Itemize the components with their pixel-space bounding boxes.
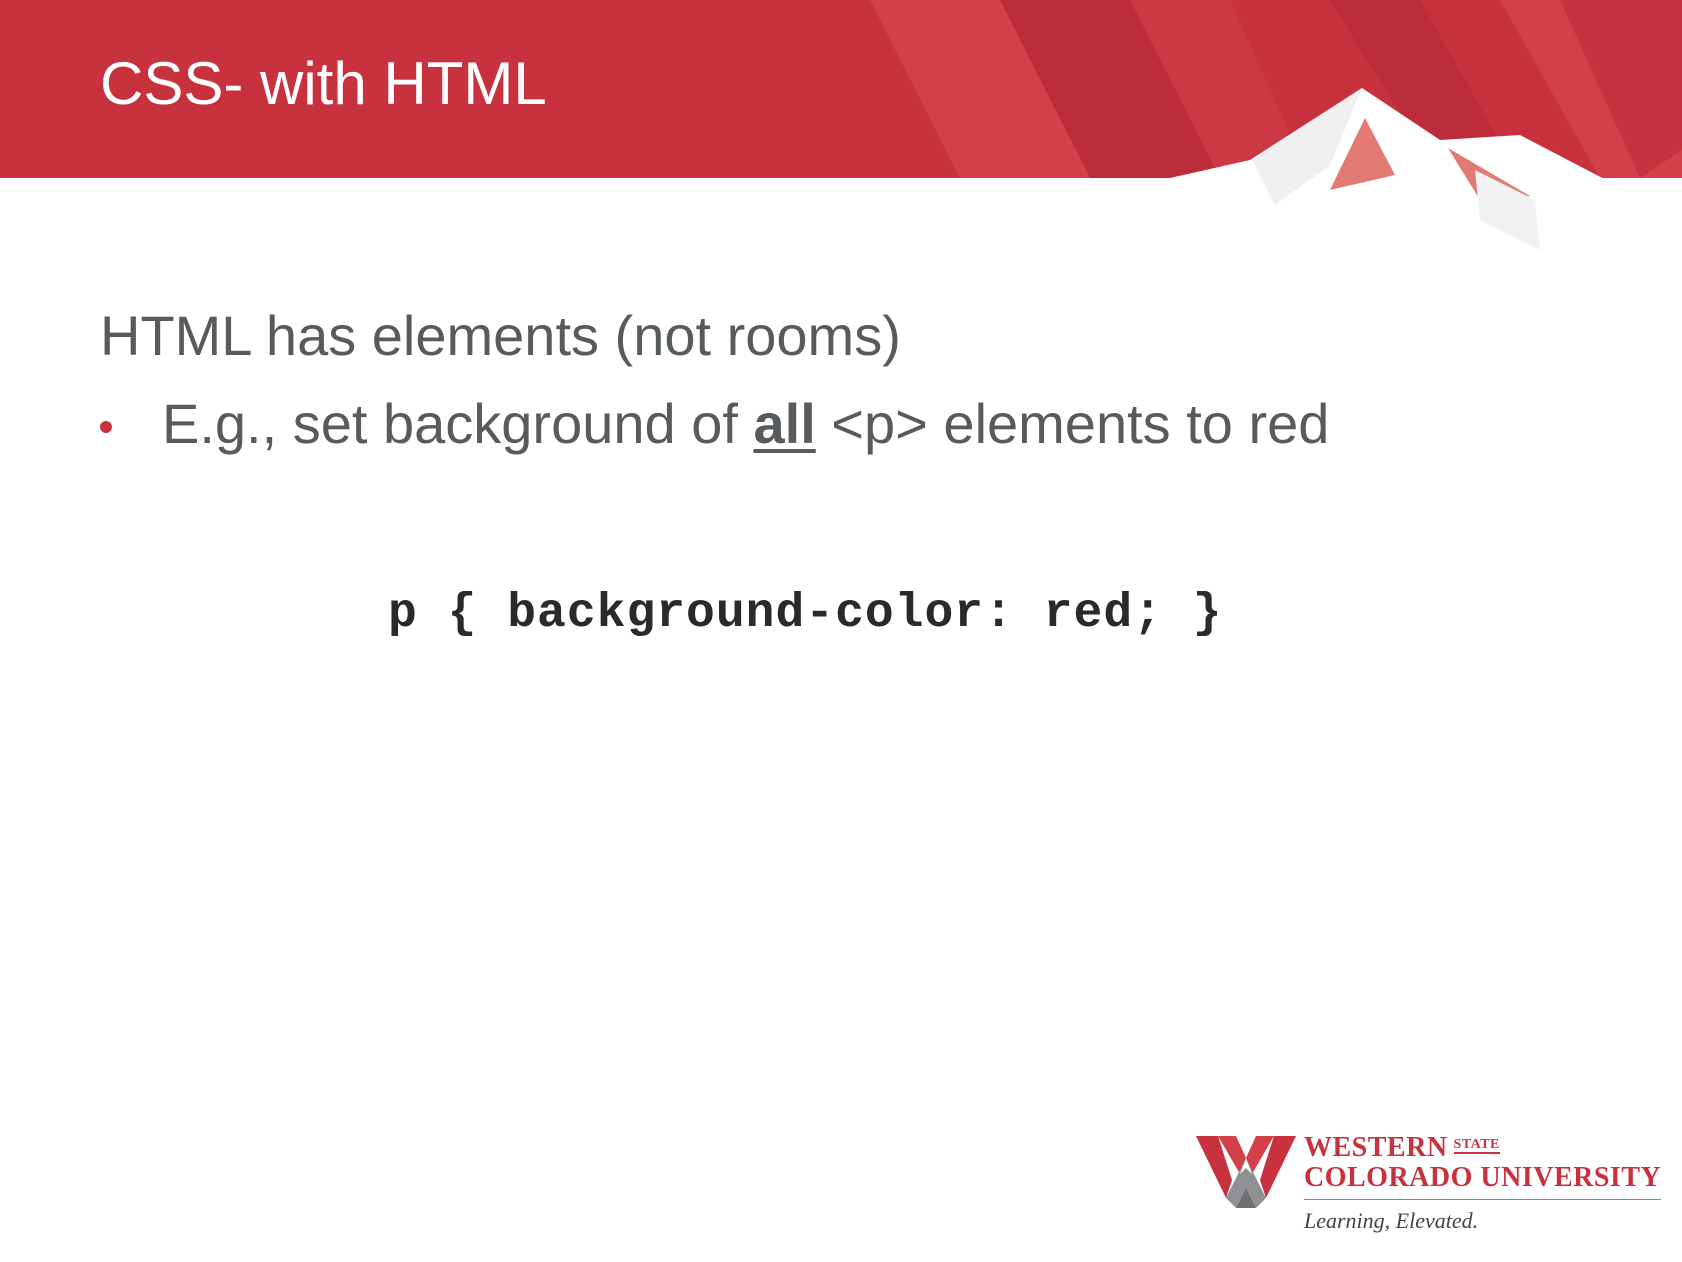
bullet-prefix: E.g., set background of bbox=[162, 392, 754, 455]
bullet-dot-icon bbox=[100, 421, 112, 433]
slide: CSS- with HTML HTML has elements (not ro… bbox=[0, 0, 1682, 1262]
logo-wordmark: WESTERN STATE COLORADO UNIVERSITY Learnin… bbox=[1304, 1130, 1662, 1234]
slide-title: CSS- with HTML bbox=[100, 50, 547, 117]
logo-tagline: Learning, Elevated. bbox=[1304, 1208, 1479, 1233]
body-heading: HTML has elements (not rooms) bbox=[100, 304, 901, 367]
w-mountain-logo-icon bbox=[1196, 1136, 1296, 1208]
bullet-text: E.g., set background of all <p> elements… bbox=[162, 393, 1329, 455]
logo-line-western: WESTERN STATE bbox=[1304, 1130, 1661, 1163]
bullet-suffix: <p> elements to red bbox=[815, 392, 1330, 455]
mountain-banner-graphic bbox=[0, 0, 1682, 260]
logo-state: STATE bbox=[1453, 1137, 1500, 1154]
logo-line-colorado: COLORADO UNIVERSITY bbox=[1304, 1163, 1662, 1200]
university-logo: WESTERN STATE COLORADO UNIVERSITY Learnin… bbox=[1196, 1130, 1662, 1240]
logo-western: WESTERN bbox=[1304, 1132, 1448, 1163]
header-band bbox=[0, 0, 1682, 260]
bullet-emphasis: all bbox=[753, 392, 816, 455]
code-sample: p { background-color: red; } bbox=[388, 587, 1223, 641]
